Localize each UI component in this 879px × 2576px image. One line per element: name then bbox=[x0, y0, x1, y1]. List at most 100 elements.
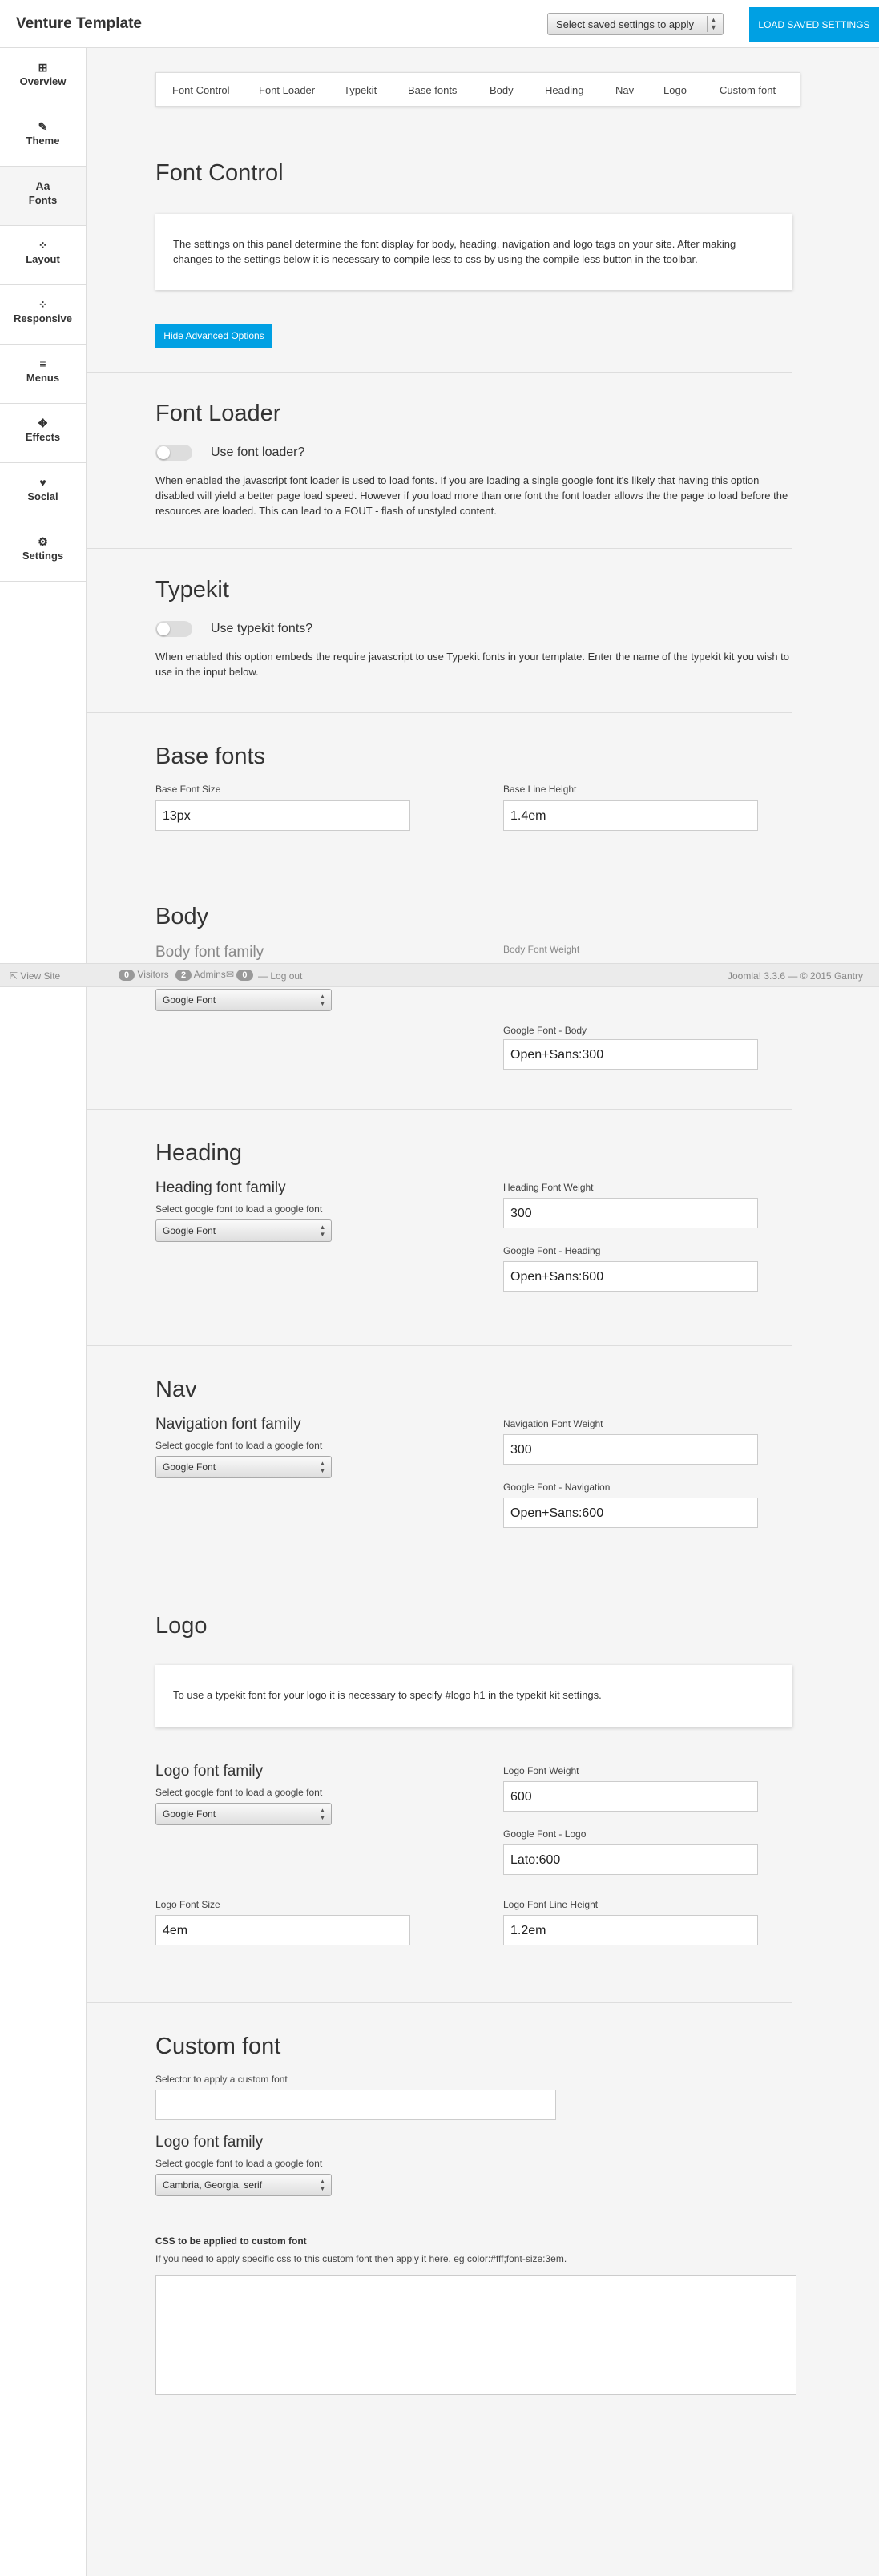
sidebar-item-theme[interactable]: ✎ Theme bbox=[0, 107, 86, 167]
twitter-icon: ♥ bbox=[39, 476, 46, 489]
select-arrows-icon: ▲ ▼ bbox=[317, 1459, 328, 1475]
sidebar-item-label: Effects bbox=[25, 431, 61, 443]
version-label: Joomla! 3.3.6 bbox=[728, 970, 786, 982]
logo-font-size-label: Logo Font Size bbox=[155, 1899, 220, 1910]
saved-settings-select[interactable]: Select saved settings to apply ▲ ▼ bbox=[547, 13, 724, 35]
visitors-label: Visitors bbox=[137, 969, 169, 980]
book-icon: ⊞ bbox=[38, 61, 48, 74]
font-loader-toggle-label: Use font loader? bbox=[211, 445, 305, 459]
visitors-badge: 0 bbox=[119, 970, 135, 981]
load-saved-settings-button[interactable]: LOAD SAVED SETTINGS bbox=[749, 7, 879, 42]
typekit-toggle[interactable] bbox=[155, 621, 192, 637]
select-arrows-icon: ▲ ▼ bbox=[317, 2177, 328, 2193]
version-info: Joomla! 3.3.6 — © 2015 Gantry bbox=[728, 970, 863, 982]
nav-font-weight-field[interactable]: 300 bbox=[503, 1434, 758, 1465]
heading-font-family-title: Heading font family bbox=[155, 1179, 286, 1196]
info-card: The settings on this panel determine the… bbox=[155, 214, 792, 290]
sidebar-item-label: Theme bbox=[26, 135, 60, 147]
sidebar-item-responsive[interactable]: ⁘ Responsive bbox=[0, 285, 86, 345]
top-bar: Venture Template Select saved settings t… bbox=[0, 0, 879, 48]
google-font-logo-field[interactable]: Lato:600 bbox=[503, 1844, 758, 1875]
google-font-heading-field[interactable]: Open+Sans:600 bbox=[503, 1261, 758, 1292]
section-logo: Logo To use a typekit font for your logo… bbox=[87, 1582, 792, 2003]
body-font-family-title: Body font family bbox=[155, 944, 264, 961]
hide-advanced-options-button[interactable]: Hide Advanced Options bbox=[155, 324, 272, 348]
section-font-control: Font Control The settings on this panel … bbox=[87, 48, 792, 373]
nav-select-hint: Select google font to load a google font bbox=[155, 1440, 323, 1451]
google-font-heading-label: Google Font - Heading bbox=[503, 1245, 601, 1256]
custom-css-hint: If you need to apply specific css to thi… bbox=[155, 2253, 567, 2264]
visitors-indicator: 0 Visitors bbox=[119, 969, 169, 981]
logo-line-height-label: Logo Font Line Height bbox=[503, 1899, 599, 1910]
menu-icon: ≡ bbox=[39, 357, 46, 370]
body-font-select-value: Google Font bbox=[163, 994, 216, 1006]
logo-line-height-field[interactable]: 1.2em bbox=[503, 1915, 758, 1945]
sidebar-item-menus[interactable]: ≡ Menus bbox=[0, 345, 86, 404]
heading-font-select[interactable]: Google Font ▲ ▼ bbox=[155, 1219, 332, 1242]
mail-icon: ✉ bbox=[226, 969, 235, 980]
google-font-nav-field[interactable]: Open+Sans:600 bbox=[503, 1498, 758, 1528]
google-font-nav-label: Google Font - Navigation bbox=[503, 1482, 611, 1493]
font-loader-description: When enabled the javascript font loader … bbox=[155, 474, 788, 517]
sidebar-item-label: Fonts bbox=[28, 194, 58, 206]
google-font-body-label: Google Font - Body bbox=[503, 1025, 587, 1036]
nav-font-select[interactable]: Google Font ▲ ▼ bbox=[155, 1456, 332, 1478]
custom-select-hint: Select google font to load a google font bbox=[155, 2158, 323, 2169]
sidebar-item-label: Social bbox=[27, 490, 58, 502]
sidebar-item-social[interactable]: ♥ Social bbox=[0, 463, 86, 522]
base-line-height-field[interactable]: 1.4em bbox=[503, 800, 758, 831]
base-font-size-label: Base Font Size bbox=[155, 784, 221, 795]
logo-font-select[interactable]: Google Font ▲ ▼ bbox=[155, 1803, 332, 1825]
section-body: Body Body font family Body Font Weight G… bbox=[87, 873, 792, 1110]
logout-link[interactable]: — Log out bbox=[258, 970, 302, 982]
nav-font-weight-label: Navigation Font Weight bbox=[503, 1418, 603, 1429]
admins-label: Admins bbox=[193, 969, 226, 980]
custom-css-title: CSS to be applied to custom font bbox=[155, 2235, 307, 2247]
section-title: Typekit bbox=[155, 577, 229, 603]
section-font-loader: Font Loader Use font loader? When enable… bbox=[87, 373, 792, 549]
font-icon: Aa bbox=[35, 179, 50, 192]
grid-icon: ⁘ bbox=[38, 239, 48, 252]
sidebar-item-layout[interactable]: ⁘ Layout bbox=[0, 226, 86, 285]
magic-icon: ✥ bbox=[38, 417, 48, 429]
base-font-size-field[interactable]: 13px bbox=[155, 800, 410, 831]
section-heading: Heading Heading font family Select googl… bbox=[87, 1110, 792, 1346]
logo-font-family-title: Logo font family bbox=[155, 1763, 264, 1780]
logo-font-weight-field[interactable]: 600 bbox=[503, 1781, 758, 1812]
google-font-body-field[interactable]: Open+Sans:300 bbox=[503, 1039, 758, 1070]
body-font-select[interactable]: Google Font ▲ ▼ bbox=[155, 989, 332, 1011]
custom-selector-label: Selector to apply a custom font bbox=[155, 2074, 288, 2085]
section-title: Body bbox=[155, 904, 209, 929]
body-font-weight-label: Body Font Weight bbox=[503, 944, 580, 955]
custom-font-select-value: Cambria, Georgia, serif bbox=[163, 2179, 263, 2191]
heading-font-weight-label: Heading Font Weight bbox=[503, 1182, 594, 1193]
view-site-label: View Site bbox=[20, 970, 61, 982]
app-title: Venture Template bbox=[16, 15, 142, 32]
logo-font-select-value: Google Font bbox=[163, 1808, 216, 1820]
sidebar-item-overview[interactable]: ⊞ Overview bbox=[0, 48, 86, 107]
heading-font-select-value: Google Font bbox=[163, 1225, 216, 1236]
custom-font-select[interactable]: Cambria, Georgia, serif ▲ ▼ bbox=[155, 2174, 332, 2196]
logout-label: Log out bbox=[270, 970, 303, 982]
sidebar-item-label: Settings bbox=[22, 550, 64, 562]
custom-selector-field[interactable] bbox=[155, 2090, 556, 2120]
section-title: Nav bbox=[155, 1377, 197, 1402]
messages-indicator[interactable]: ✉ 0 bbox=[226, 969, 253, 981]
select-arrows-icon: ▲ ▼ bbox=[317, 1223, 328, 1239]
section-title: Base fonts bbox=[155, 744, 266, 769]
custom-css-textarea[interactable] bbox=[155, 2275, 796, 2395]
admins-badge: 2 bbox=[175, 970, 192, 981]
logo-font-size-field[interactable]: 4em bbox=[155, 1915, 410, 1945]
sidebar-item-label: Menus bbox=[26, 372, 60, 384]
section-title: Font Control bbox=[155, 160, 284, 186]
heading-font-weight-field[interactable]: 300 bbox=[503, 1198, 758, 1228]
nav-font-select-value: Google Font bbox=[163, 1461, 216, 1473]
brush-icon: ✎ bbox=[38, 120, 48, 133]
view-site-link[interactable]: ⇱ View Site bbox=[10, 970, 60, 982]
font-loader-toggle[interactable] bbox=[155, 445, 192, 461]
heading-select-hint: Select google font to load a google font bbox=[155, 1203, 323, 1215]
sidebar-item-label: Overview bbox=[19, 75, 67, 87]
sidebar-item-settings[interactable]: ⚙ Settings bbox=[0, 522, 86, 582]
sidebar-item-fonts[interactable]: Aa Fonts bbox=[0, 167, 86, 226]
sidebar-item-effects[interactable]: ✥ Effects bbox=[0, 404, 86, 463]
